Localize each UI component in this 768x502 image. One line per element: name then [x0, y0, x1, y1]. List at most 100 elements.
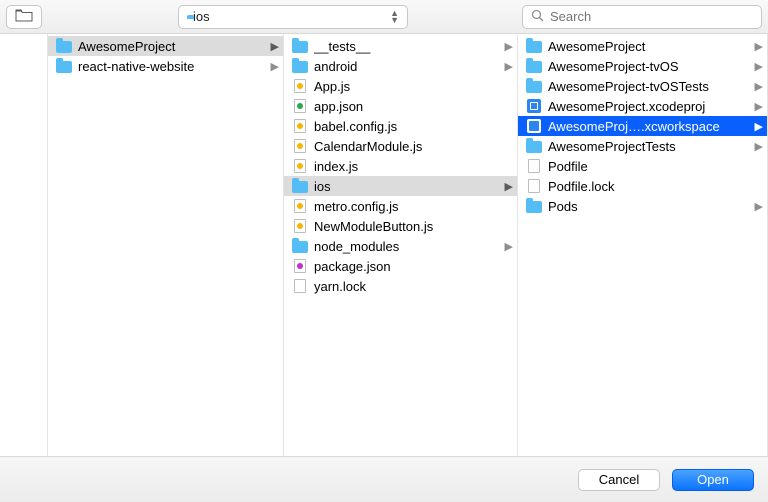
chevron-right-icon: ▶ [753, 80, 763, 93]
file-icon [292, 98, 308, 114]
footer: Cancel Open [0, 456, 768, 502]
column-2[interactable]: AwesomeProject▶AwesomeProject-tvOS▶Aweso… [518, 34, 768, 456]
list-item[interactable]: android ▶ [284, 56, 517, 76]
chevron-right-icon: ▶ [753, 40, 763, 53]
updown-icon: ▲▼ [390, 10, 399, 24]
list-item[interactable]: node_modules ▶ [284, 236, 517, 256]
path-label: ios [193, 9, 384, 24]
chevron-right-icon: ▶ [503, 180, 513, 193]
list-item[interactable]: NewModuleButton.js [284, 216, 517, 236]
file-icon [292, 118, 308, 134]
list-item[interactable]: Podfile [518, 156, 767, 176]
xcodeproj-icon [526, 98, 542, 114]
chevron-right-icon: ▶ [503, 60, 513, 73]
list-item[interactable]: AwesomeProject ▶ [48, 36, 283, 56]
item-label: __tests__ [314, 39, 497, 54]
list-item[interactable]: Pods ▶ [518, 196, 767, 216]
file-icon [292, 278, 308, 294]
item-label: AwesomeProject-tvOSTests [548, 79, 747, 94]
list-item[interactable]: package.json [284, 256, 517, 276]
file-icon [292, 158, 308, 174]
list-item[interactable]: AwesomeProject-tvOS ▶ [518, 56, 767, 76]
item-label: app.json [314, 99, 497, 114]
item-label: android [314, 59, 497, 74]
folder-icon [292, 238, 308, 254]
chevron-right-icon: ▶ [753, 140, 763, 153]
chevron-right-icon: ▶ [269, 40, 279, 53]
item-label: AwesomeProject.xcodeproj [548, 99, 747, 114]
column-1[interactable]: __tests__ ▶ android ▶ App.js app.json babel.co… [284, 34, 518, 456]
chevron-right-icon: ▶ [269, 60, 279, 73]
search-input[interactable] [550, 9, 753, 24]
file-icon [292, 138, 308, 154]
path-dropdown[interactable]: ios ▲▼ [178, 5, 408, 29]
chevron-right-icon: ▶ [753, 200, 763, 213]
item-label: App.js [314, 79, 497, 94]
folder-icon [526, 198, 542, 214]
item-label: metro.config.js [314, 199, 497, 214]
item-label: AwesomeProject [548, 39, 747, 54]
list-item[interactable]: AwesomeProject.xcodeproj ▶ [518, 96, 767, 116]
list-item[interactable]: react-native-website ▶ [48, 56, 283, 76]
list-item[interactable]: AwesomeProjectTests ▶ [518, 136, 767, 156]
list-item[interactable]: AwesomeProject ▶ [518, 36, 767, 56]
item-label: package.json [314, 259, 497, 274]
folder-icon [526, 78, 542, 94]
item-label: AwesomeProject [78, 39, 263, 54]
chevron-right-icon: ▶ [753, 100, 763, 113]
folder-icon [56, 38, 72, 54]
item-label: ios [314, 179, 497, 194]
open-button[interactable]: Open [672, 469, 754, 491]
item-label: babel.config.js [314, 119, 497, 134]
folder-icon [56, 58, 72, 74]
item-label: AwesomeProjectTests [548, 139, 747, 154]
list-item[interactable]: babel.config.js [284, 116, 517, 136]
list-item[interactable]: App.js [284, 76, 517, 96]
item-label: Pods [548, 199, 747, 214]
chevron-right-icon: ▶ [503, 40, 513, 53]
item-label: AwesomeProject-tvOS [548, 59, 747, 74]
item-label: react-native-website [78, 59, 263, 74]
item-label: AwesomeProj….xcworkspace [548, 119, 747, 134]
file-icon [292, 258, 308, 274]
list-item[interactable]: yarn.lock [284, 276, 517, 296]
file-icon [526, 178, 542, 194]
chevron-right-icon: ▶ [503, 240, 513, 253]
file-icon [292, 78, 308, 94]
new-folder-button[interactable] [6, 5, 42, 29]
list-item[interactable]: index.js [284, 156, 517, 176]
file-icon [292, 218, 308, 234]
gutter [0, 34, 48, 456]
folder-plus-icon [15, 8, 33, 25]
search-icon [531, 9, 544, 25]
column-browser: AwesomeProject ▶ react-native-website ▶ __t… [0, 34, 768, 456]
folder-icon [292, 38, 308, 54]
list-item[interactable]: ios ▶ [284, 176, 517, 196]
cancel-button[interactable]: Cancel [578, 469, 660, 491]
toolbar: ios ▲▼ [0, 0, 768, 34]
folder-icon [526, 38, 542, 54]
list-item[interactable]: app.json [284, 96, 517, 116]
item-label: CalendarModule.js [314, 139, 497, 154]
search-field[interactable] [522, 5, 762, 29]
item-label: Podfile.lock [548, 179, 747, 194]
list-item[interactable]: metro.config.js [284, 196, 517, 216]
xcworkspace-icon [526, 118, 542, 134]
folder-icon [292, 58, 308, 74]
list-item[interactable]: AwesomeProject-tvOSTests ▶ [518, 76, 767, 96]
item-label: Podfile [548, 159, 747, 174]
folder-icon [292, 178, 308, 194]
chevron-right-icon: ▶ [753, 120, 763, 133]
file-icon [292, 198, 308, 214]
list-item[interactable]: CalendarModule.js [284, 136, 517, 156]
folder-icon [526, 58, 542, 74]
item-label: index.js [314, 159, 497, 174]
list-item[interactable]: Podfile.lock [518, 176, 767, 196]
chevron-right-icon: ▶ [753, 60, 763, 73]
item-label: node_modules [314, 239, 497, 254]
list-item[interactable]: AwesomeProj….xcworkspace ▶ [518, 116, 767, 136]
list-item[interactable]: __tests__ ▶ [284, 36, 517, 56]
column-0[interactable]: AwesomeProject ▶ react-native-website ▶ [48, 34, 284, 456]
folder-icon [526, 138, 542, 154]
file-icon [526, 158, 542, 174]
